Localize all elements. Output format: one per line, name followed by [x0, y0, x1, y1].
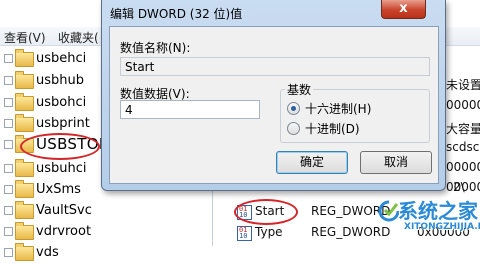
edit-dword-dialog: 编辑 DWORD (32 位)值 x 数值名称(N): Start 数值数据(V… [101, 0, 446, 191]
value-data-fragment: 00000 [446, 98, 480, 112]
value-data-fragment: 2\ [453, 180, 465, 194]
radio-button[interactable] [287, 122, 300, 135]
watermark-url: XITONGZHIJIA.NET [404, 222, 480, 232]
expand-icon[interactable] [4, 140, 13, 149]
base-groupbox-title: 基数 [285, 81, 314, 98]
expand-icon[interactable] [4, 76, 13, 85]
folder-icon [15, 180, 34, 198]
tree-item-label: vdrvroot [36, 224, 92, 239]
tree-item-label: usbuhci [36, 161, 87, 176]
folder-icon [15, 222, 34, 240]
watermark-logo [378, 200, 400, 222]
value-name: Type [255, 225, 283, 239]
radio-hex-label: 十六进制(H) [305, 102, 372, 116]
folder-icon [15, 71, 34, 89]
value-type: REG_DWORD [311, 225, 391, 239]
value-data-fragment: scdsc.i [446, 140, 480, 154]
value-name-field: Start [120, 57, 430, 76]
ok-button[interactable]: 确定 [276, 151, 348, 174]
expand-icon[interactable] [4, 164, 13, 173]
expand-icon[interactable] [4, 206, 13, 215]
value-data-fragment: 大容量 [446, 122, 480, 136]
base-groupbox: 基数 十六进制(H) 十进制(D) [280, 81, 430, 143]
tree-item-vdrvroot[interactable]: vdrvroot [0, 221, 210, 243]
expand-icon[interactable] [4, 54, 13, 63]
value-data-fragment: 00000 [446, 160, 480, 174]
folder-icon [15, 201, 34, 219]
expand-icon[interactable] [4, 119, 13, 128]
folder-icon [15, 49, 34, 67]
watermark-title: 系统之家 [398, 199, 478, 223]
dialog-title: 编辑 DWORD (32 位)值 [110, 7, 243, 21]
folder-icon [15, 159, 34, 177]
tree-item-vds[interactable]: vds [0, 242, 210, 264]
cancel-button[interactable]: 取消 [360, 151, 432, 174]
tree-item-label: VaultSvc [36, 203, 92, 218]
dialog-client-area: 数值名称(N): Start 数值数据(V): 4 基数 十六进制(H) 十进制… [109, 26, 439, 184]
close-button[interactable]: x [381, 0, 426, 19]
tree-item-label: usbohci [36, 95, 87, 110]
value-name-label: 数值名称(N): [120, 41, 191, 55]
tree-item-vaultsvc[interactable]: VaultSvc [0, 200, 210, 222]
expand-icon[interactable] [4, 227, 13, 236]
start-highlight-ellipse [234, 199, 298, 225]
folder-icon [15, 243, 34, 261]
radio-hex[interactable]: 十六进制(H) [287, 100, 417, 116]
usbstor-highlight-ellipse [20, 133, 100, 160]
expand-icon[interactable] [4, 185, 13, 194]
radio-decimal-label: 十进制(D) [305, 122, 360, 136]
value-data-input[interactable]: 4 [120, 100, 260, 119]
menu-favorites[interactable]: 收藏夹( [58, 29, 99, 46]
radio-decimal[interactable]: 十进制(D) [287, 120, 417, 136]
tree-item-label: usbhub [36, 73, 84, 88]
tree-item-label: usbprint [36, 116, 90, 131]
tree-item-label: UxSms [36, 182, 81, 197]
menu-view[interactable]: 查看(V) [4, 29, 46, 46]
expand-icon[interactable] [4, 98, 13, 107]
folder-icon [15, 114, 34, 132]
radio-button-checked[interactable] [287, 102, 300, 115]
tree-item-label: usbehci [36, 51, 87, 66]
reg-dword-icon [237, 226, 252, 241]
folder-icon [15, 93, 34, 111]
tree-item-label: vds [36, 245, 59, 260]
value-data-fragment: 未设置 [446, 78, 480, 92]
expand-icon[interactable] [4, 248, 13, 257]
